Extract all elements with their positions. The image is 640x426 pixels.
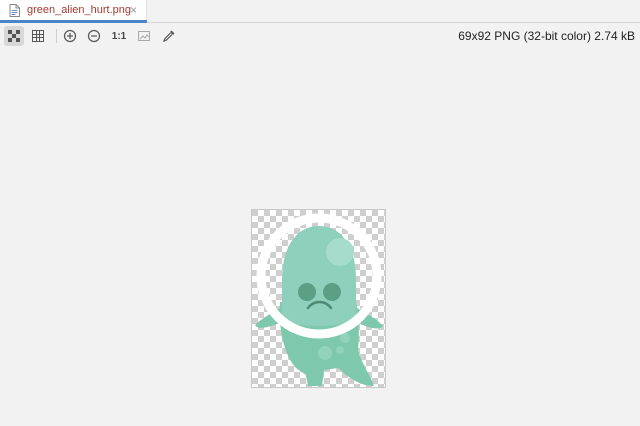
close-icon[interactable]: ×	[130, 3, 137, 17]
zoom-in-button[interactable]	[60, 26, 80, 46]
tab-label: green_alien_hurt.png	[27, 4, 131, 16]
alien-image	[252, 210, 385, 387]
fit-image-icon	[138, 31, 150, 41]
image-canvas[interactable]	[251, 209, 386, 388]
actual-size-label: 1:1	[111, 30, 127, 42]
actual-size-button[interactable]: 1:1	[109, 26, 129, 46]
grid-icon	[32, 30, 44, 42]
zoom-in-icon	[63, 29, 77, 43]
zoom-out-icon	[87, 29, 101, 43]
alien-head	[282, 226, 356, 326]
fit-zoom-button[interactable]	[134, 26, 154, 46]
tab-green-alien-hurt[interactable]: green_alien_hurt.png ×	[0, 0, 147, 23]
color-picker-button[interactable]	[159, 26, 179, 46]
eyedropper-icon	[162, 30, 175, 43]
chessboard-toggle-button[interactable]	[4, 26, 24, 46]
active-tab-indicator	[0, 20, 147, 23]
chessboard-icon	[8, 30, 20, 42]
editor-tab-bar: green_alien_hurt.png ×	[0, 0, 640, 23]
grid-toggle-button[interactable]	[28, 26, 48, 46]
image-file-icon	[9, 4, 20, 17]
zoom-out-button[interactable]	[84, 26, 104, 46]
image-info-label: 69x92 PNG (32-bit color) 2.74 kB	[458, 29, 635, 43]
toolbar-separator	[56, 29, 57, 43]
